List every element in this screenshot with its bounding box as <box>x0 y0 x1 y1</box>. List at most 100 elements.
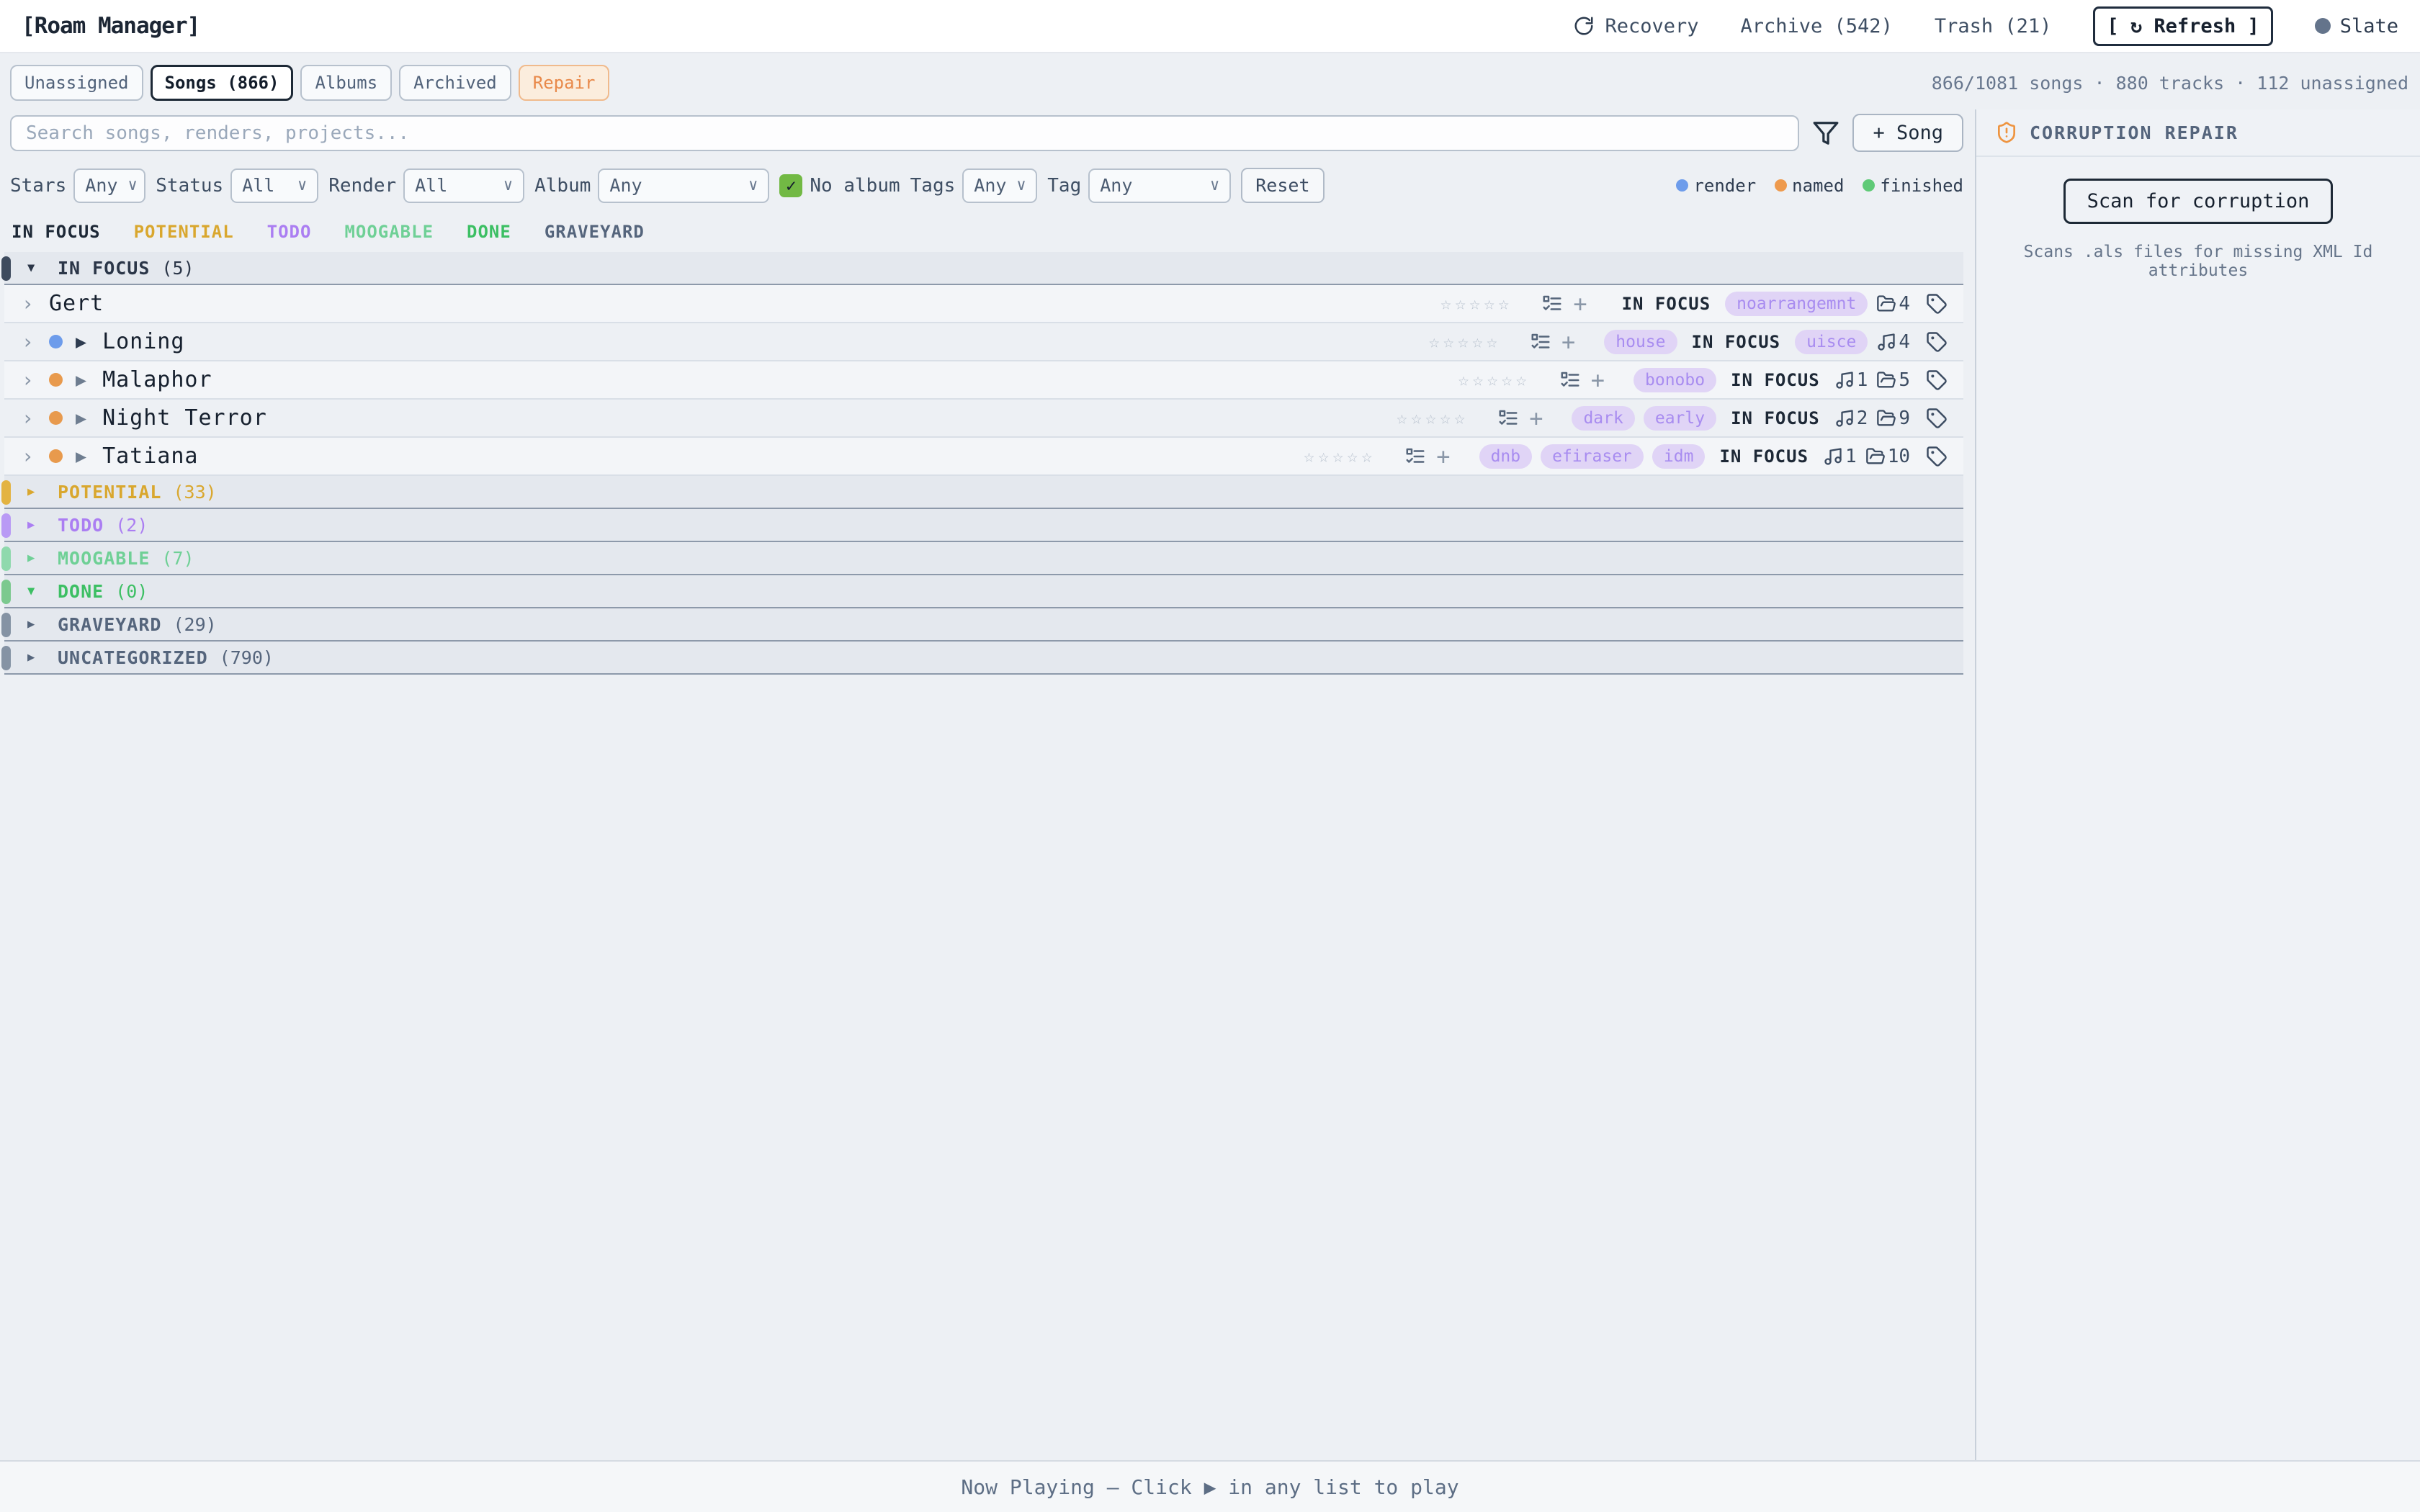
filter-label: Status <box>156 175 223 197</box>
star-rating[interactable]: ☆☆☆☆☆ <box>1304 446 1376 467</box>
category-tab-potential[interactable]: POTENTIAL <box>134 222 234 242</box>
view-tab-albums[interactable]: Albums <box>300 65 392 101</box>
tag-icon[interactable] <box>1926 331 1948 353</box>
main-panel: + Song StarsAny∨StatusAll∨RenderAll∨Albu… <box>0 109 1976 1460</box>
section-header-todo[interactable]: ▶TODO(2) <box>4 509 1963 542</box>
filter-group-tag: TagAny∨ <box>1047 168 1231 203</box>
checklist-icon[interactable] <box>1404 446 1426 467</box>
tag-pill[interactable]: dnb <box>1479 444 1533 469</box>
star-rating[interactable]: ☆☆☆☆☆ <box>1440 293 1512 314</box>
filter-select-tags[interactable]: Any∨ <box>962 168 1037 203</box>
add-song-button[interactable]: + Song <box>1852 114 1963 152</box>
section-header-potential[interactable]: ▶POTENTIAL(33) <box>4 476 1963 509</box>
theme-selector[interactable]: Slate <box>2315 15 2398 37</box>
add-task-button[interactable]: + <box>1591 366 1605 394</box>
collapse-triangle-icon[interactable]: ▼ <box>27 261 46 275</box>
song-status-label: IN FOCUS <box>1692 332 1781 352</box>
song-row-actions: ☆☆☆☆☆+dnbefiraseridmIN FOCUS110 <box>1304 443 1948 470</box>
add-task-button[interactable]: + <box>1561 328 1575 356</box>
expand-chevron-icon[interactable]: › <box>22 330 49 354</box>
filter-select-status[interactable]: All∨ <box>230 168 318 203</box>
star-rating[interactable]: ☆☆☆☆☆ <box>1429 331 1501 352</box>
expand-chevron-icon[interactable]: › <box>22 444 49 468</box>
section-header-done[interactable]: ▼DONE(0) <box>4 575 1963 608</box>
expand-chevron-icon[interactable]: › <box>22 406 49 430</box>
filter-select-value: Any <box>609 175 642 196</box>
expand-triangle-icon[interactable]: ▶ <box>27 551 46 565</box>
view-tab-unassigned[interactable]: Unassigned <box>10 65 143 101</box>
tag-icon[interactable] <box>1926 408 1948 429</box>
expand-chevron-icon[interactable]: › <box>22 292 49 315</box>
tag-pill[interactable]: efiraser <box>1541 444 1644 469</box>
checklist-icon[interactable] <box>1497 408 1519 429</box>
expand-triangle-icon[interactable]: ▶ <box>27 485 46 499</box>
tag-pill[interactable]: house <box>1604 330 1677 354</box>
scan-corruption-button[interactable]: Scan for corruption <box>2063 179 2334 224</box>
view-tab-repair[interactable]: Repair <box>519 65 610 101</box>
folder-icon <box>1876 370 1896 390</box>
tag-pill[interactable]: idm <box>1652 444 1706 469</box>
legend-finished: finished <box>1863 176 1963 196</box>
expand-triangle-icon[interactable]: ▶ <box>27 518 46 532</box>
filter-funnel-icon[interactable] <box>1812 120 1839 147</box>
play-button[interactable]: ▶ <box>76 408 86 428</box>
section-header-in-focus[interactable]: ▼IN FOCUS(5) <box>4 252 1963 285</box>
chevron-down-icon: ∨ <box>503 176 513 194</box>
checklist-icon[interactable] <box>1541 293 1563 315</box>
filter-group-tags: TagsAny∨ <box>910 168 1038 203</box>
expand-triangle-icon[interactable]: ▶ <box>27 617 46 631</box>
tag-pill[interactable]: dark <box>1572 406 1634 431</box>
section-header-uncategorized[interactable]: ▶UNCATEGORIZED(790) <box>4 642 1963 675</box>
filter-select-tag[interactable]: Any∨ <box>1088 168 1231 203</box>
status-legend: rendernamedfinished <box>1676 176 1963 196</box>
theme-label: Slate <box>2340 15 2398 37</box>
tag-icon[interactable] <box>1926 446 1948 467</box>
tag-icon[interactable] <box>1926 293 1948 315</box>
view-tab-songs[interactable]: Songs (866) <box>151 65 294 101</box>
collapse-triangle-icon[interactable]: ▼ <box>27 584 46 598</box>
tag-pill[interactable]: uisce <box>1795 330 1868 354</box>
nav-item-archive[interactable]: Archive (542) <box>1741 15 1893 37</box>
category-tab-todo[interactable]: TODO <box>267 222 312 242</box>
status-dot-icon <box>49 411 63 425</box>
nav-item-trash[interactable]: Trash (21) <box>1935 15 2052 37</box>
folder-count-value: 4 <box>1899 293 1910 315</box>
play-button[interactable]: ▶ <box>76 369 86 390</box>
checklist-icon[interactable] <box>1559 369 1581 391</box>
tag-pill[interactable]: noarrangemnt <box>1725 292 1868 316</box>
shield-alert-icon <box>1995 121 2018 144</box>
add-task-button[interactable]: + <box>1573 290 1587 318</box>
add-task-button[interactable]: + <box>1436 443 1450 470</box>
category-tab-done[interactable]: DONE <box>467 222 511 242</box>
no-album-checkbox[interactable]: ✓ <box>779 174 802 197</box>
category-tab-moogable[interactable]: MOOGABLE <box>344 222 434 242</box>
music-note-icon <box>1834 370 1855 390</box>
tag-pill[interactable]: early <box>1644 406 1716 431</box>
checklist-icon[interactable] <box>1530 331 1551 353</box>
star-rating[interactable]: ☆☆☆☆☆ <box>1458 369 1530 390</box>
nav-item-recovery[interactable]: Recovery <box>1573 15 1698 37</box>
play-button[interactable]: ▶ <box>76 446 86 467</box>
section-header-graveyard[interactable]: ▶GRAVEYARD(29) <box>4 608 1963 642</box>
refresh-button[interactable]: [ ↻ Refresh ] <box>2093 6 2272 46</box>
filter-select-stars[interactable]: Any∨ <box>73 168 145 203</box>
track-count-value: 1 <box>1857 369 1868 391</box>
star-rating[interactable]: ☆☆☆☆☆ <box>1397 408 1469 428</box>
folder-icon <box>1876 294 1896 314</box>
search-input[interactable] <box>10 115 1799 151</box>
tag-icon[interactable] <box>1926 369 1948 391</box>
section-header-moogable[interactable]: ▶MOOGABLE(7) <box>4 542 1963 575</box>
expand-chevron-icon[interactable]: › <box>22 368 49 392</box>
category-tab-in-focus[interactable]: IN FOCUS <box>12 222 101 242</box>
add-task-button[interactable]: + <box>1529 405 1543 432</box>
reset-filters-button[interactable]: Reset <box>1241 168 1324 203</box>
filter-select-render[interactable]: All∨ <box>403 168 524 203</box>
expand-triangle-icon[interactable]: ▶ <box>27 650 46 665</box>
filter-select-album[interactable]: Any∨ <box>598 168 769 203</box>
play-button[interactable]: ▶ <box>76 331 86 352</box>
view-tab-archived[interactable]: Archived <box>399 65 511 101</box>
tag-pill[interactable]: bonobo <box>1634 368 1716 392</box>
theme-dot-icon <box>2315 18 2331 34</box>
no-album-label: No album <box>810 175 900 197</box>
category-tab-graveyard[interactable]: GRAVEYARD <box>544 222 645 242</box>
